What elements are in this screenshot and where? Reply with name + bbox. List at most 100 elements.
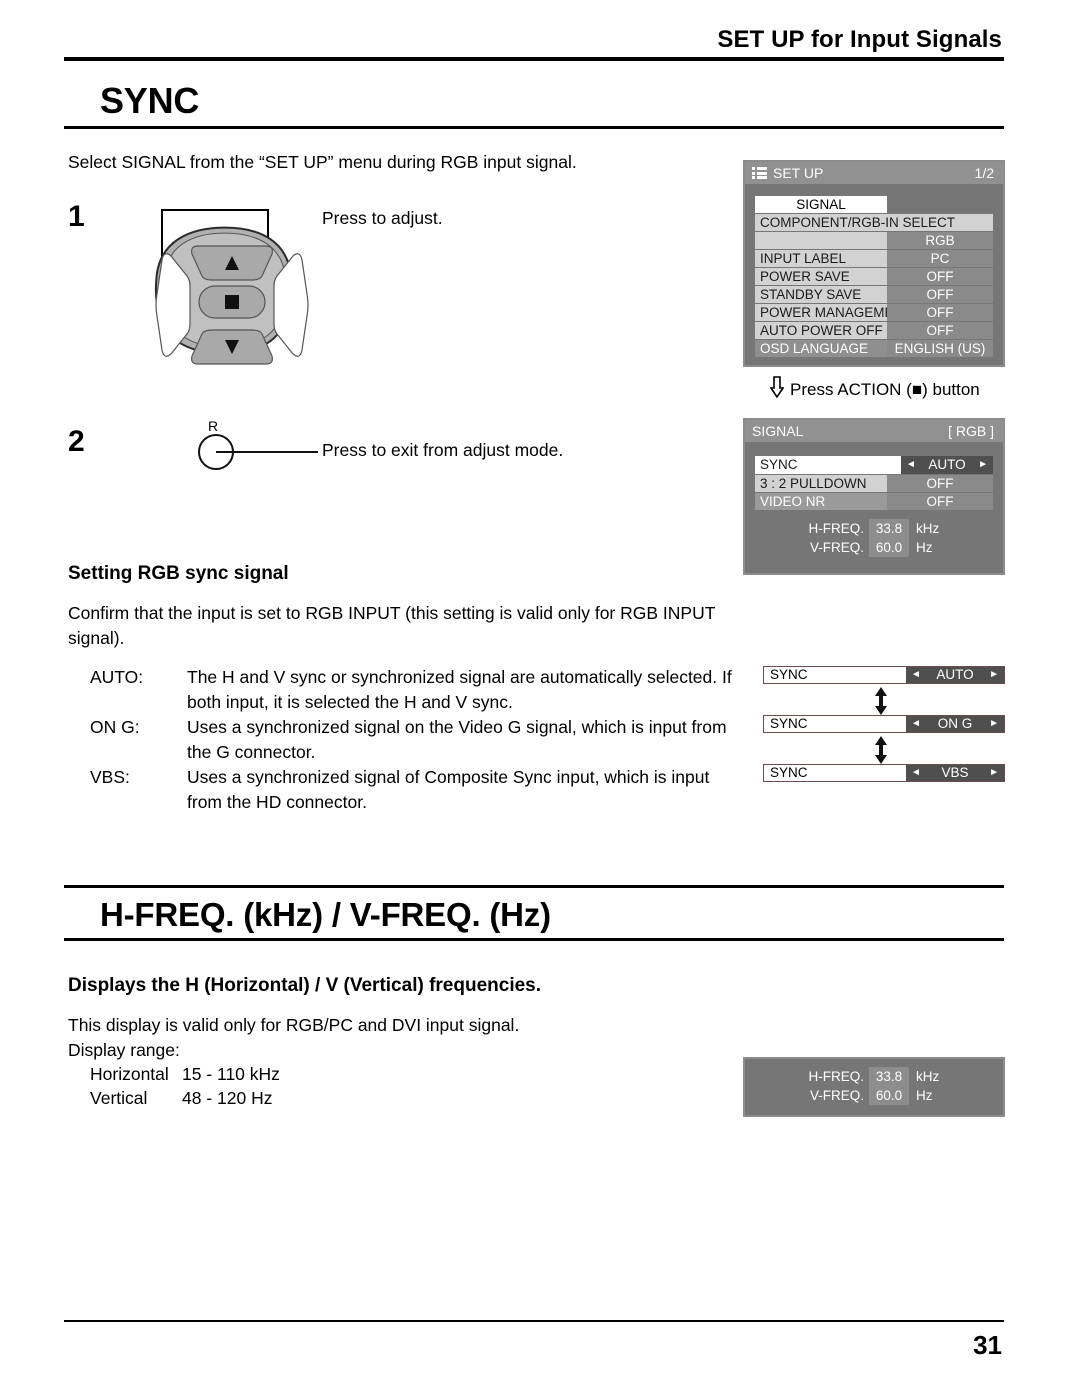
osd-row-sync-selector[interactable]: ◄ AUTO ► xyxy=(901,456,993,474)
range-value-vertical: 48 - 120 Hz xyxy=(182,1088,273,1108)
sync-option-auto-selector[interactable]: ◄ AUTO ► xyxy=(906,667,1004,683)
selector-right-arrow-icon[interactable]: ► xyxy=(978,456,988,474)
sync-ong-left-arrow-icon[interactable]: ◄ xyxy=(911,719,921,729)
selector-left-arrow-icon[interactable]: ◄ xyxy=(906,456,916,474)
remote-r-button-illustration: R xyxy=(190,415,320,482)
range-key-vertical: Vertical xyxy=(90,1088,148,1108)
osd-row-osd-language-value: ENGLISH (US) xyxy=(887,340,993,357)
osd-row-sync-value: AUTO xyxy=(928,457,966,472)
osd-freq-panel-vfreq-name: V-FREQ. xyxy=(809,1088,864,1103)
range-key-horizontal: Horizontal xyxy=(90,1064,169,1084)
osd-row-auto-power-off-value: OFF xyxy=(887,322,993,339)
sync-option-box-auto[interactable]: SYNC ◄ AUTO ► xyxy=(763,666,1005,684)
osd-signal-menu[interactable]: SIGNAL [ RGB ] SYNC ◄ AUTO ► 3 : 2 PULLD… xyxy=(743,418,1005,575)
sync-confirm-text: Confirm that the input is set to RGB INP… xyxy=(68,603,716,648)
sync-option-auto-value: AUTO xyxy=(936,667,974,682)
osd-signal-titlebar: SIGNAL [ RGB ] xyxy=(745,420,1003,442)
definition-term-auto: AUTO: xyxy=(90,667,144,687)
osd-row-power-save[interactable]: POWER SAVE OFF xyxy=(755,268,993,285)
freq-body-line1: This display is valid only for RGB/PC an… xyxy=(68,1015,520,1035)
sync-option-ong-selector[interactable]: ◄ ON G ► xyxy=(906,716,1004,732)
osd-row-signal-value xyxy=(887,196,993,213)
step-1-number: 1 xyxy=(68,200,85,233)
sync-auto-left-arrow-icon[interactable]: ◄ xyxy=(911,670,921,680)
sync-auto-right-arrow-icon[interactable]: ► xyxy=(989,670,999,680)
osd-signal-vfreq-line: V-FREQ. 60.0 Hz xyxy=(755,538,993,557)
sync-option-definitions: AUTO: The H and V sync or synchronized s… xyxy=(90,665,740,815)
subheading-displays-frequencies: Displays the H (Horizontal) / V (Vertica… xyxy=(68,975,542,996)
osd-row-component-label: COMPONENT/RGB-IN SELECT xyxy=(755,214,993,231)
freq-display-ranges: Horizontal 15 - 110 kHz Vertical 48 - 12… xyxy=(90,1062,280,1110)
osd-freq-panel: H-FREQ. 33.8 kHz V-FREQ. 60.0 Hz xyxy=(743,1057,1005,1117)
osd-row-osd-language[interactable]: OSD LANGUAGE ENGLISH (US) xyxy=(755,340,993,357)
osd-freq-panel-vfreq-line: V-FREQ. 60.0 Hz xyxy=(745,1086,1003,1105)
sync-vbs-left-arrow-icon[interactable]: ◄ xyxy=(911,768,921,778)
osd-row-sync[interactable]: SYNC ◄ AUTO ► xyxy=(755,456,993,474)
osd-row-32-pulldown[interactable]: 3 : 2 PULLDOWN OFF xyxy=(755,475,993,492)
osd-setup-menu[interactable]: SET UP 1/2 SIGNAL COMPONENT/RGB-IN SELEC… xyxy=(743,160,1005,367)
osd-row-input-label-value: PC xyxy=(887,250,993,267)
osd-setup-titlebar: SET UP 1/2 xyxy=(745,162,1003,184)
osd-row-video-nr[interactable]: VIDEO NR OFF xyxy=(755,493,993,510)
press-action-note-text: Press ACTION (■) button xyxy=(790,379,980,399)
definition-term-vbs: VBS: xyxy=(90,767,130,787)
definition-row-ong: ON G: Uses a synchronized signal on the … xyxy=(90,715,740,765)
sync-ong-right-arrow-icon[interactable]: ► xyxy=(989,719,999,729)
osd-row-video-nr-value: OFF xyxy=(887,493,993,510)
definition-row-auto: AUTO: The H and V sync or synchronized s… xyxy=(90,665,740,715)
range-row-horizontal: Horizontal 15 - 110 kHz xyxy=(90,1062,280,1086)
osd-row-input-label-label: INPUT LABEL xyxy=(755,250,887,267)
sync-option-auto-label: SYNC xyxy=(764,667,906,683)
osd-signal-spacer xyxy=(755,511,993,519)
osd-row-sync-label: SYNC xyxy=(755,456,901,474)
sync-option-vbs-value: VBS xyxy=(941,765,969,780)
osd-row-video-nr-label: VIDEO NR xyxy=(755,493,887,510)
osd-row-component-rgb-value: RGB xyxy=(887,232,993,249)
osd-signal-vfreq-name: V-FREQ. xyxy=(809,540,864,555)
section-title-freq: H-FREQ. (kHz) / V-FREQ. (Hz) xyxy=(100,896,551,933)
osd-row-component-blank xyxy=(755,232,887,249)
header-rule xyxy=(64,57,1004,61)
osd-row-power-save-label: POWER SAVE xyxy=(755,268,887,285)
osd-row-32-pulldown-value: OFF xyxy=(887,475,993,492)
osd-row-signal[interactable]: SIGNAL xyxy=(755,196,993,213)
step-2-callout: Press to exit from adjust mode. xyxy=(322,440,564,460)
sync-option-box-ong[interactable]: SYNC ◄ ON G ► xyxy=(763,715,1005,733)
definition-term-ong: ON G: xyxy=(90,717,140,737)
sync-option-vbs-selector[interactable]: ◄ VBS ► xyxy=(906,765,1004,781)
sync-vbs-right-arrow-icon[interactable]: ► xyxy=(989,768,999,778)
sync-option-box-vbs[interactable]: SYNC ◄ VBS ► xyxy=(763,764,1005,782)
osd-signal-hfreq-value: 33.8 xyxy=(869,519,909,538)
sync-section-rule xyxy=(64,126,1004,129)
osd-row-power-management[interactable]: POWER MANAGEMENT OFF xyxy=(755,304,993,321)
osd-row-input-label[interactable]: INPUT LABEL PC xyxy=(755,250,993,267)
section-title-sync: SYNC xyxy=(100,80,200,121)
freq-body-line2: Display range: xyxy=(68,1040,180,1060)
osd-row-auto-power-off-label: AUTO POWER OFF xyxy=(755,322,887,339)
definition-desc-auto: The H and V sync or synchronized signal … xyxy=(187,667,732,712)
osd-setup-page-indicator: 1/2 xyxy=(974,165,994,181)
osd-row-component-value[interactable]: RGB xyxy=(755,232,993,249)
footer-rule xyxy=(64,1320,1004,1322)
osd-row-auto-power-off[interactable]: AUTO POWER OFF OFF xyxy=(755,322,993,339)
osd-signal-hfreq-name: H-FREQ. xyxy=(808,521,865,536)
press-action-note: Press ACTION (■) button xyxy=(769,376,980,403)
page-header-title: SET UP for Input Signals xyxy=(717,26,1002,53)
osd-signal-vfreq-unit: Hz xyxy=(916,540,933,555)
osd-setup-title: SET UP xyxy=(773,165,824,181)
subheading-setting-rgb-sync: Setting RGB sync signal xyxy=(68,563,289,584)
range-row-vertical: Vertical 48 - 120 Hz xyxy=(90,1086,280,1110)
svg-text:R: R xyxy=(208,418,218,434)
osd-row-standby-save[interactable]: STANDBY SAVE OFF xyxy=(755,286,993,303)
document-page: SET UP for Input Signals SYNC Select SIG… xyxy=(0,0,1080,1397)
step-1-callout: Press to adjust. xyxy=(322,208,443,228)
freq-section-rule-top xyxy=(64,885,1004,888)
sync-intro-text: Select SIGNAL from the “SET UP” menu dur… xyxy=(68,152,577,172)
freq-section-rule-bottom xyxy=(64,938,1004,941)
osd-row-component-rgb-in-select[interactable]: COMPONENT/RGB-IN SELECT xyxy=(755,214,993,231)
osd-freq-panel-hfreq-name: H-FREQ. xyxy=(808,1069,865,1084)
step-2-number: 2 xyxy=(68,425,85,458)
osd-signal-vfreq-value: 60.0 xyxy=(869,538,909,557)
osd-row-power-management-value: OFF xyxy=(887,304,993,321)
osd-row-power-save-value: OFF xyxy=(887,268,993,285)
